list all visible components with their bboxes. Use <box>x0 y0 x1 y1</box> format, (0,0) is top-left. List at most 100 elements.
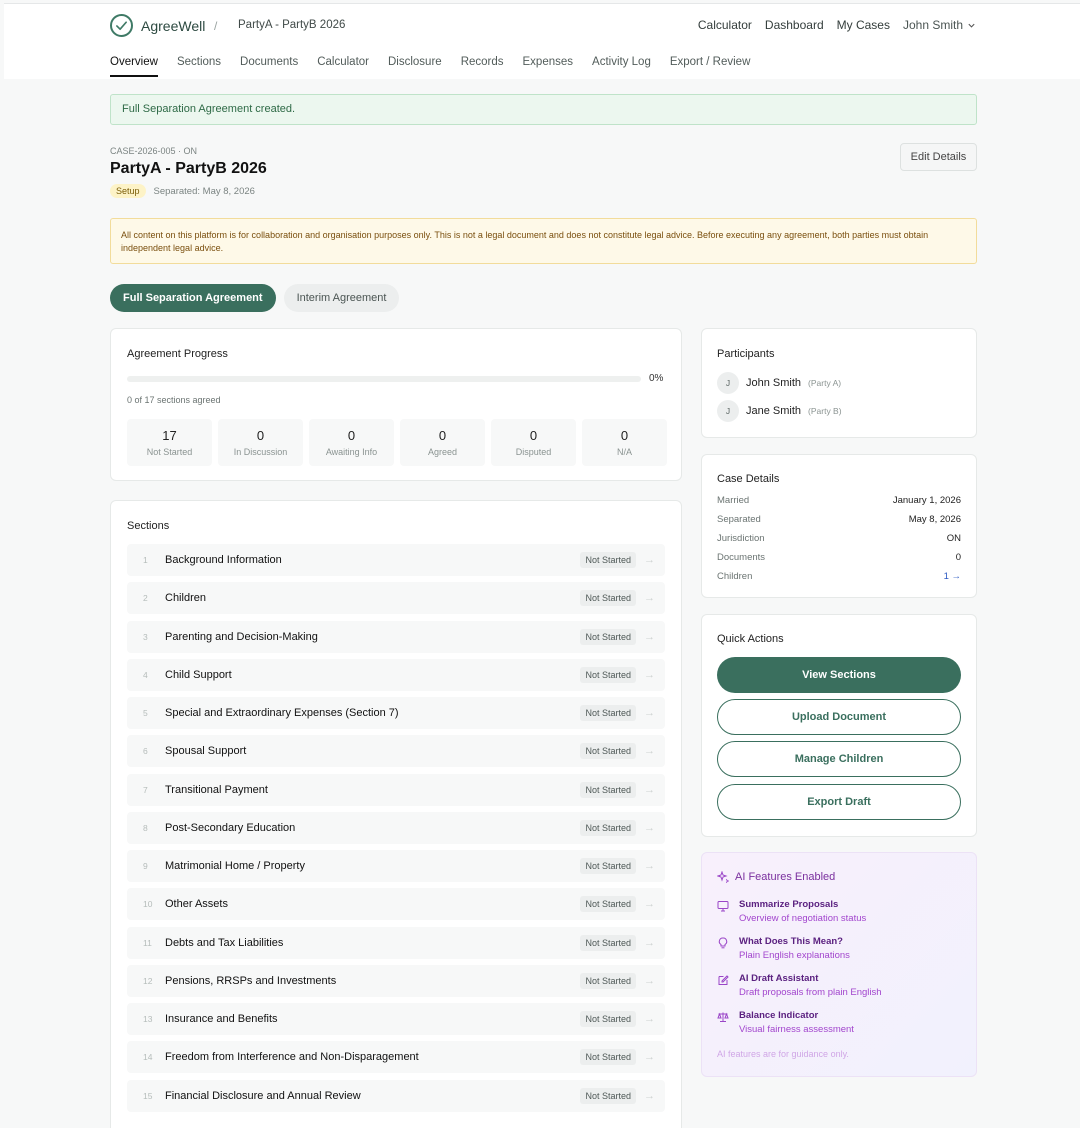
stat-label: Not Started <box>146 447 193 457</box>
arrow-right-icon: → <box>644 668 655 681</box>
stat-box: 0 Disputed <box>491 419 576 466</box>
user-name: John Smith <box>902 18 963 32</box>
section-row[interactable]: 3 Parenting and Decision-Making Not Starte… <box>127 620 665 653</box>
tab-records[interactable]: Records <box>461 56 504 77</box>
section-status-badge: Not Started <box>580 934 636 951</box>
arrow-right-icon: → <box>644 898 655 911</box>
section-number: 6 <box>143 746 148 757</box>
section-name: Pensions, RRSPs and Investments <box>165 974 337 987</box>
detail-row: Documents 0 <box>717 552 961 563</box>
ai-feature-summarize[interactable]: Summarize Proposals Overview of negotiat… <box>717 899 866 924</box>
section-status-badge: Not Started <box>580 1011 636 1027</box>
section-row[interactable]: 15 Financial Disclosure and Annual Review… <box>127 1079 665 1112</box>
ai-feature-name: What Does This Mean? <box>739 936 843 947</box>
detail-row: Jurisdiction ON <box>717 533 961 544</box>
manage-children-button[interactable]: Manage Children <box>717 741 961 777</box>
stat-value: 0 <box>620 428 629 443</box>
ai-feature-draft[interactable]: AI Draft Assistant Draft proposals from … <box>717 973 882 998</box>
detail-value: ON <box>946 533 961 544</box>
tab-documents[interactable]: Documents <box>240 56 298 77</box>
section-row[interactable]: 4 Child Support Not Started → <box>127 658 665 691</box>
tab-disclosure[interactable]: Disclosure <box>388 56 442 77</box>
agreement-progress-card: Agreement Progress 0% 0 of 17 sections a… <box>110 328 682 481</box>
upload-document-button[interactable]: Upload Document <box>717 699 961 735</box>
section-number: 1 <box>143 555 148 565</box>
separated-date: Separated: May 8, 2026 <box>153 185 255 197</box>
lightbulb-icon <box>718 937 728 949</box>
view-sections-button[interactable]: View Sections <box>717 657 961 693</box>
tab-expenses[interactable]: Expenses <box>523 56 574 77</box>
detail-value: January 1, 2026 <box>892 495 961 506</box>
scale-icon <box>717 1012 729 1022</box>
section-number: 3 <box>143 631 148 642</box>
stat-box: 17 Not Started <box>127 419 212 466</box>
tab-sections[interactable]: Sections <box>177 56 221 77</box>
status-badge: Setup <box>110 184 146 198</box>
section-row[interactable]: 6 Spousal Support Not Started → <box>127 735 665 768</box>
section-row[interactable]: 14 Freedom from Interference and Non-Disp… <box>127 1041 665 1074</box>
section-name: Special and Extraordinary Expenses (Sect… <box>165 707 399 719</box>
export-draft-button[interactable]: Export Draft <box>717 784 961 820</box>
tab-calculator[interactable]: Calculator <box>317 56 369 77</box>
stat-value: 0 <box>438 428 447 443</box>
full-agreement-tab[interactable]: Full Separation Agreement <box>110 284 276 312</box>
top-bar: AgreeWell / PartyA - PartyB 2026 Calcula… <box>4 3 1080 79</box>
participant-role: (Party A) <box>808 378 842 388</box>
breadcrumb[interactable]: PartyA - PartyB 2026 <box>238 19 345 31</box>
section-row[interactable]: 2 Children Not Started → <box>127 582 665 615</box>
arrow-right-icon: → <box>644 745 655 758</box>
card-title: Participants <box>717 348 775 360</box>
brand[interactable]: AgreeWell <box>110 14 205 37</box>
tab-overview[interactable]: Overview <box>110 56 158 77</box>
tab-export-review[interactable]: Export / Review <box>670 56 751 77</box>
section-row[interactable]: 5 Special and Extraordinary Expenses (Sec… <box>127 697 665 729</box>
ai-feature-balance[interactable]: Balance Indicator Visual fairness assess… <box>717 1010 854 1035</box>
section-row[interactable]: 12 Pensions, RRSPs and Investments Not Sta… <box>127 964 665 997</box>
section-name: Post-Secondary Education <box>165 821 296 834</box>
nav-calculator[interactable]: Calculator <box>698 18 752 32</box>
section-status-badge: Not Started <box>580 781 636 798</box>
chevron-down-icon <box>968 23 975 28</box>
section-number: 12 <box>143 975 153 986</box>
section-name: Transitional Payment <box>165 783 268 796</box>
quick-actions-card: Quick Actions View Sections Upload Docum… <box>701 614 977 837</box>
section-row[interactable]: 7 Transitional Payment Not Started → <box>127 773 665 806</box>
section-number: 13 <box>143 1014 153 1024</box>
section-status-badge: Not Started <box>580 819 636 836</box>
arrow-right-icon: → <box>644 936 655 949</box>
section-number: 11 <box>143 937 152 948</box>
edit-details-button[interactable]: Edit Details <box>900 143 977 171</box>
section-status-badge: Not Started <box>580 552 636 568</box>
nav-my-cases[interactable]: My Cases <box>837 18 890 32</box>
participant-role: (Party B) <box>808 406 842 416</box>
nav-dashboard[interactable]: Dashboard <box>765 18 824 32</box>
arrow-right-icon: → <box>644 630 655 643</box>
section-row[interactable]: 8 Post-Secondary Education Not Started → <box>127 811 665 844</box>
detail-row: Separated May 8, 2026 <box>717 514 961 525</box>
section-number: 7 <box>143 784 148 795</box>
user-menu[interactable]: John Smith <box>903 18 976 32</box>
section-name: Matrimonial Home / Property <box>165 860 305 872</box>
tab-activity-log[interactable]: Activity Log <box>592 56 651 77</box>
section-row[interactable]: 1 Background Information Not Started → <box>127 544 665 576</box>
monitor-icon <box>717 901 729 912</box>
stat-box: 0 Awaiting Info <box>309 419 394 466</box>
section-status-badge: Not Started <box>580 628 636 645</box>
children-link[interactable]: 1 → <box>944 571 961 582</box>
ai-feature-name: Summarize Proposals <box>739 899 839 910</box>
ai-features-card: AI Features Enabled Summarize Proposals … <box>701 852 977 1077</box>
section-status-badge: Not Started <box>580 666 636 683</box>
section-row[interactable]: 11 Debts and Tax Liabilities Not Started → <box>127 926 665 959</box>
ai-feature-explain[interactable]: What Does This Mean? Plain English expla… <box>717 936 850 961</box>
section-row[interactable]: 9 Matrimonial Home / Property Not Started → <box>127 850 665 882</box>
avatar: J <box>717 400 739 422</box>
arrow-right-icon: → <box>644 592 655 605</box>
section-name: Freedom from Interference and Non-Dispar… <box>165 1051 419 1064</box>
section-row[interactable]: 10 Other Assets Not Started → <box>127 888 665 921</box>
section-row[interactable]: 13 Insurance and Benefits Not Started → <box>127 1003 665 1035</box>
case-meta: Setup Separated: May 8, 2026 <box>110 184 255 198</box>
section-list: 1 Background Information Not Started → 2 Chil… <box>127 544 665 1118</box>
section-number: 10 <box>143 899 153 910</box>
section-number: 14 <box>143 1052 153 1063</box>
interim-agreement-tab[interactable]: Interim Agreement <box>283 284 400 312</box>
